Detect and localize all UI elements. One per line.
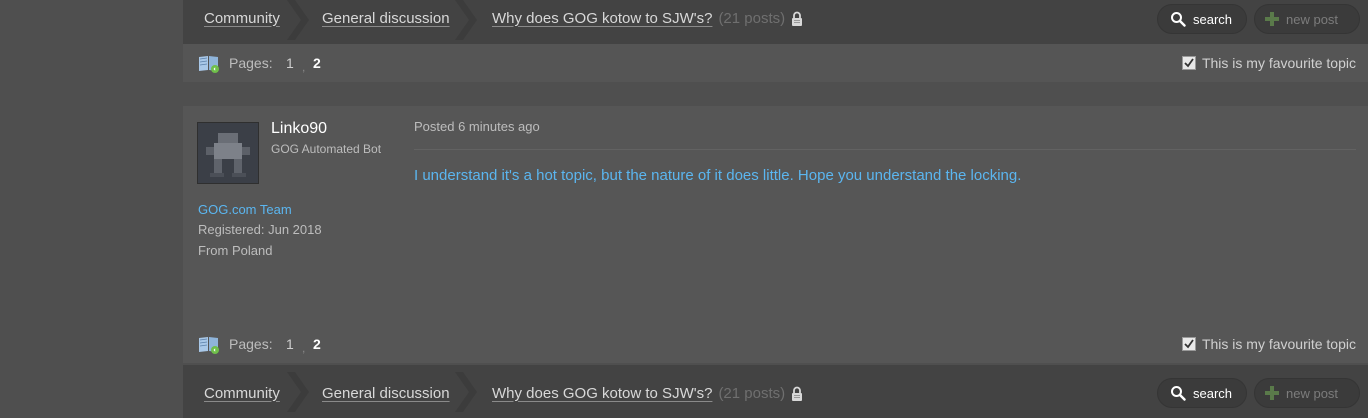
post-author-location: From Poland (198, 243, 273, 258)
pager-bottom: Pages: 1 , 2 This is my favourite topic (183, 325, 1368, 363)
post-count: (21 posts) (718, 384, 786, 402)
search-button[interactable]: search (1157, 4, 1247, 34)
breadcrumb-topic-wrap: Why does GOG kotow to SJW's? (21 posts) (492, 0, 803, 36)
post-count: (21 posts) (718, 9, 786, 27)
page-1-link[interactable]: 1 (286, 336, 294, 352)
favourite-topic-label: This is my favourite topic (1201, 55, 1356, 71)
breadcrumb-general-wrap: General discussion (322, 375, 450, 411)
breadcrumb-separator (455, 372, 477, 412)
page-2-current[interactable]: 2 (313, 336, 321, 352)
page-separator: , (302, 341, 306, 355)
checkbox-checked-icon[interactable] (1181, 337, 1196, 351)
breadcrumb-general-link[interactable]: General discussion (322, 10, 450, 27)
new-post-button[interactable]: new post (1254, 378, 1360, 408)
pages-book-icon (199, 56, 219, 73)
favourite-topic-label: This is my favourite topic (1201, 336, 1356, 352)
post-author-team-link[interactable]: GOG.com Team (198, 202, 292, 217)
plus-icon (1265, 386, 1279, 400)
search-button[interactable]: search (1157, 378, 1247, 408)
pages-book-icon (199, 337, 219, 354)
checkbox-checked-icon[interactable] (1181, 56, 1196, 70)
post-timestamp: Posted 6 minutes ago (414, 119, 540, 134)
page-1-link[interactable]: 1 (286, 55, 294, 71)
post-author-name[interactable]: Linko90 (271, 120, 327, 138)
breadcrumb-separator (287, 372, 309, 412)
post-author-registered: Registered: Jun 2018 (198, 222, 322, 237)
search-button-label: search (1193, 385, 1233, 401)
lock-icon (792, 386, 803, 401)
breadcrumb-general-wrap: General discussion (322, 0, 450, 36)
forum-post: Linko90 GOG Automated Bot GOG.com Team R… (183, 106, 1368, 325)
pages-label: Pages: (229, 55, 273, 71)
pages-label: Pages: (229, 336, 273, 352)
avatar[interactable] (197, 122, 259, 184)
post-body: I understand it's a hot topic, but the n… (414, 167, 1022, 184)
lock-icon (792, 11, 803, 26)
breadcrumb-topic-link[interactable]: Why does GOG kotow to SJW's? (492, 10, 712, 27)
favourite-topic-toggle[interactable]: This is my favourite topic (1181, 336, 1356, 352)
search-icon (1170, 385, 1186, 401)
new-post-button-label: new post (1286, 11, 1339, 27)
breadcrumb-topic-wrap: Why does GOG kotow to SJW's? (21 posts) (492, 375, 803, 411)
new-post-button-label: new post (1286, 385, 1339, 401)
breadcrumb-community-link[interactable]: Community (204, 10, 280, 27)
page-separator: , (302, 60, 306, 74)
post-author-title: GOG Automated Bot (271, 142, 382, 156)
post-divider (414, 149, 1356, 150)
breadcrumb-separator (455, 0, 477, 40)
search-button-label: search (1193, 11, 1233, 27)
breadcrumb-community-wrap: Community (204, 0, 280, 36)
breadcrumb-topic-link[interactable]: Why does GOG kotow to SJW's? (492, 385, 712, 402)
plus-icon (1265, 12, 1279, 26)
page-2-current[interactable]: 2 (313, 55, 321, 71)
breadcrumb-bar-top: Community General discussion Why does GO… (183, 0, 1368, 44)
pager-top: Pages: 1 , 2 This is my favourite topic (183, 44, 1368, 82)
new-post-button[interactable]: new post (1254, 4, 1360, 34)
breadcrumb-bar-bottom: Community General discussion Why does GO… (183, 365, 1368, 418)
breadcrumb-community-link[interactable]: Community (204, 385, 280, 402)
breadcrumb-community-wrap: Community (204, 375, 280, 411)
favourite-topic-toggle[interactable]: This is my favourite topic (1181, 55, 1356, 71)
breadcrumb-general-link[interactable]: General discussion (322, 385, 450, 402)
search-icon (1170, 11, 1186, 27)
breadcrumb-separator (287, 0, 309, 40)
